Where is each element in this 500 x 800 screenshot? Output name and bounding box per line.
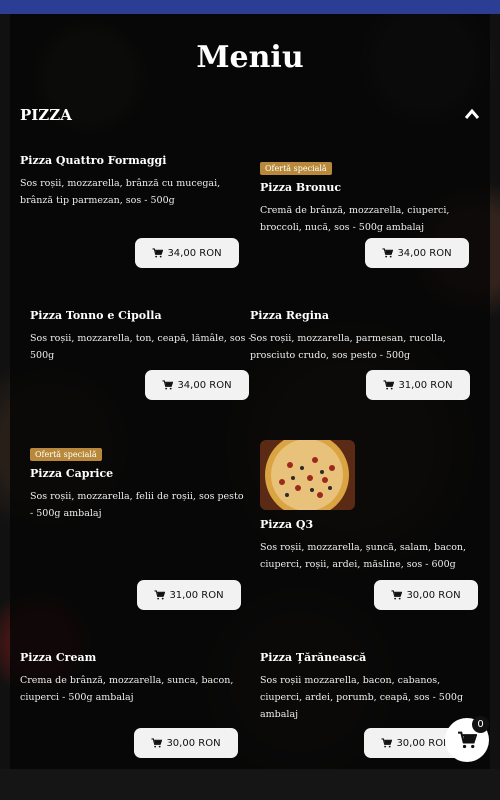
add-to-cart-button[interactable]: 30,00 RON [374,580,478,610]
item-description: Sos roșii, mozzarella, brânză cu mucegai… [20,178,221,206]
item-description: Sos roșii, mozzarella, felii de roșii, s… [30,491,244,519]
cart-icon [391,590,403,600]
add-to-cart-button[interactable]: 31,00 RON [137,580,241,610]
item-price: 31,00 RON [169,589,224,601]
menu-item: Pizza Regina Sos roșii, mozzarella, parm… [250,309,475,364]
add-to-cart-button[interactable]: 34,00 RON [135,238,239,268]
item-price: 30,00 RON [406,589,461,601]
cart-icon [381,738,393,748]
item-name: Pizza Bronuc [260,181,342,194]
item-name: Pizza Cream [20,651,97,664]
item-description: Sos roșii, mozzarella, șuncă, salam, bac… [260,542,467,570]
menu-item: Pizza Quattro Formaggi Sos roșii, mozzar… [20,154,245,209]
item-price: 34,00 RON [397,247,452,259]
item-name: Pizza Țărănească [260,651,367,664]
cart-icon [151,738,163,748]
item-name: Pizza Regina [250,309,330,322]
top-header-bar [0,0,500,14]
item-description: Crema de brânză, mozzarella, sunca, baco… [20,675,234,703]
menu-item: Pizza Țărănească Sos roșii mozzarella, b… [260,651,485,723]
special-offer-badge: Ofertă specială [30,448,102,461]
item-price: 31,00 RON [398,379,453,391]
pizza-photo[interactable] [260,440,355,510]
item-name: Pizza Q3 [260,518,314,531]
item-price: 30,00 RON [396,737,451,749]
item-description: Sos roșii, mozzarella, parmesan, rucolla… [250,333,446,361]
menu-item: Pizza Tonno e Cipolla Sos roșii, mozzare… [30,309,252,364]
menu-item: Ofertă specială Pizza Bronuc Cremă de br… [260,156,485,236]
item-price: 30,00 RON [166,737,221,749]
item-description: Sos roșii mozzarella, bacon, cabanos, ci… [260,675,464,720]
item-name: Pizza Tonno e Cipolla [30,309,162,322]
cart-icon [152,248,164,258]
page-title: Meniu [196,40,304,75]
menu-item: Pizza Cream Crema de brânză, mozzarella,… [20,651,245,706]
cart-icon [382,248,394,258]
menu-item: Pizza Q3 Sos roșii, mozzarella, șuncă, s… [260,440,485,573]
add-to-cart-button[interactable]: 34,00 RON [145,370,249,400]
cart-icon [154,590,166,600]
add-to-cart-button[interactable]: 30,00 RON [134,728,238,758]
item-price: 34,00 RON [177,379,232,391]
item-price: 34,00 RON [167,247,222,259]
cart-icon [458,731,477,749]
cart-icon [162,380,174,390]
cart-icon [383,380,395,390]
add-to-cart-button[interactable]: 34,00 RON [365,238,469,268]
cart-count-badge: 0 [472,716,489,733]
item-name: Pizza Caprice [30,467,114,480]
special-offer-badge: Ofertă specială [260,162,332,175]
add-to-cart-button[interactable]: 31,00 RON [366,370,470,400]
section-title: PIZZA [20,106,72,124]
bottom-bar [0,769,500,800]
item-description: Cremă de brânză, mozzarella, ciuperci, b… [260,205,450,233]
chevron-up-icon[interactable] [464,108,480,120]
item-name: Pizza Quattro Formaggi [20,154,167,167]
item-description: Sos roșii, mozzarella, ton, ceapă, lămâl… [30,333,252,361]
menu-item: Ofertă specială Pizza Caprice Sos roșii,… [30,442,245,522]
